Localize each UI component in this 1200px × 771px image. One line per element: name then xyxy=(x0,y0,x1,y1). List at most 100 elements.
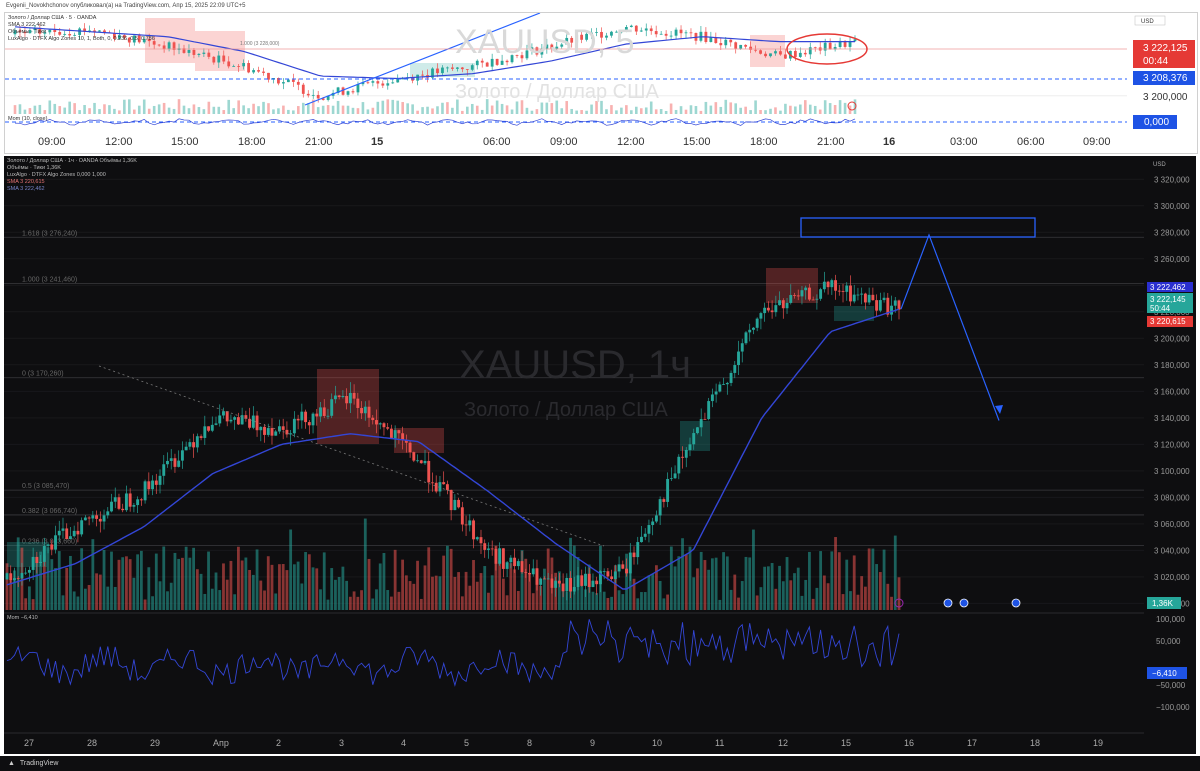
bottom-candle xyxy=(192,442,196,448)
bottom-volume-bar xyxy=(621,594,625,610)
top-volume-bar xyxy=(724,99,728,114)
bottom-volume-bar xyxy=(446,545,449,610)
top-volume-bar xyxy=(23,109,27,114)
bottom-candle xyxy=(699,419,703,428)
bottom-x-tick-label: 8 xyxy=(527,738,532,748)
mom-y-tick-label: −50,000 xyxy=(1156,681,1186,690)
bottom-candle xyxy=(5,573,9,580)
top-legend-3: LuxAlgo · DTFX Algo Zones 10, 1, Both, 0… xyxy=(8,36,155,42)
top-candle xyxy=(485,62,489,67)
bottom-volume-bar xyxy=(516,591,520,610)
bottom-volume-bar xyxy=(793,573,796,610)
top-volume-bar xyxy=(48,100,52,114)
top-candle xyxy=(769,53,772,57)
top-candle xyxy=(301,84,305,94)
bottom-volume-bar xyxy=(65,567,69,610)
bottom-candle xyxy=(550,578,554,588)
top-volume-bar xyxy=(162,102,166,114)
bottom-candle xyxy=(95,515,99,519)
bottom-volume-bar xyxy=(162,546,166,610)
bottom-volume-bar xyxy=(154,553,158,610)
top-volume-bar xyxy=(505,105,509,114)
bottom-volume-bar xyxy=(169,582,173,610)
bottom-candle xyxy=(770,310,774,313)
bottom-volume-bar xyxy=(617,590,621,610)
bottom-candle xyxy=(203,426,207,438)
volume-value: 1,36K xyxy=(1152,599,1174,608)
top-volume-bar xyxy=(431,108,434,114)
bottom-candle xyxy=(270,428,274,436)
bottom-candle xyxy=(57,530,61,536)
top-volume-bar xyxy=(530,110,534,114)
top-volume-bar xyxy=(769,108,772,114)
bottom-candle xyxy=(520,561,524,573)
bottom-candle xyxy=(263,426,266,435)
event-flag-icon[interactable] xyxy=(943,598,953,608)
top-x-tick-label: 06:00 xyxy=(1017,136,1045,148)
bottom-volume-bar xyxy=(849,591,852,610)
bottom-candle xyxy=(222,411,225,416)
top-volume-bar xyxy=(108,105,111,114)
bottom-candle xyxy=(113,497,117,502)
top-candle xyxy=(247,63,251,73)
bottom-candle xyxy=(386,427,390,429)
top-volume-bar xyxy=(391,99,395,114)
bottom-volume-bar xyxy=(360,590,363,610)
top-volume-bar xyxy=(381,100,385,114)
top-volume-bar xyxy=(704,101,708,114)
bottom-candle xyxy=(610,576,614,580)
bottom-x-tick-label: 11 xyxy=(715,738,724,748)
bottom-volume-bar xyxy=(139,550,143,610)
bottom-candle xyxy=(498,548,502,564)
top-volume-bar xyxy=(341,105,345,114)
bottom-candle xyxy=(707,401,711,420)
top-chart-svg[interactable]: XAUUSD, 5 Золото / Доллар США 1.000 (3 2… xyxy=(5,12,1197,153)
bottom-x-tick-label: 18 xyxy=(1030,738,1040,748)
bottom-candle xyxy=(236,417,240,425)
bottom-legend-1: Объёмы · Тики 1,36K xyxy=(7,165,61,171)
bottom-volume-bar xyxy=(815,587,819,610)
bottom-candle xyxy=(472,520,475,540)
top-candle xyxy=(222,55,226,62)
bottom-volume-bar xyxy=(524,558,528,610)
bottom-candle xyxy=(863,293,867,303)
top-candle xyxy=(381,83,385,86)
event-flag-icon[interactable] xyxy=(1011,598,1021,608)
top-level-value: 3 208,376 xyxy=(1143,73,1188,84)
bottom-y-tick-label: 3 260,000 xyxy=(1154,255,1190,264)
event-flag-icon[interactable] xyxy=(959,598,969,608)
bottom-volume-bar xyxy=(266,556,270,610)
bottom-volume-bar xyxy=(606,598,610,610)
bottom-chart-svg[interactable]: 1.618 (3 276,240) 1.000 (3 241,460) 0 (3 1… xyxy=(4,156,1196,754)
bottom-volume-bar xyxy=(98,574,102,610)
top-candle xyxy=(759,50,762,54)
top-volume-bar xyxy=(147,108,151,114)
bottom-candle xyxy=(643,533,647,537)
top-volume-bar xyxy=(103,104,106,114)
bottom-candle xyxy=(121,508,125,511)
bottom-volume-bar xyxy=(487,592,490,610)
bottom-x-tick-label: Апр xyxy=(213,738,229,748)
bottom-candle xyxy=(136,499,140,506)
top-candle xyxy=(242,63,246,67)
bottom-volume-bar xyxy=(110,551,113,610)
bottom-candle xyxy=(110,501,113,512)
footer-brand[interactable]: TradingView xyxy=(20,760,59,767)
top-x-tick-label: 09:00 xyxy=(1083,136,1111,148)
top-chart-panel[interactable]: XAUUSD, 5 Золото / Доллар США 1.000 (3 2… xyxy=(4,12,1198,154)
top-volume-bar xyxy=(187,108,191,114)
top-volume-bar xyxy=(605,109,608,114)
top-volume-bar xyxy=(301,102,305,114)
tradingview-logo-icon: ▲ xyxy=(8,760,15,767)
bottom-candle xyxy=(177,460,181,467)
bottom-volume-bar xyxy=(475,581,479,610)
bottom-chart-panel[interactable]: 1.618 (3 276,240) 1.000 (3 241,460) 0 (3 1… xyxy=(4,156,1196,754)
top-candle xyxy=(779,51,782,55)
top-candle xyxy=(262,71,265,73)
bottom-candle xyxy=(890,305,893,315)
bottom-candle xyxy=(98,518,102,522)
bottom-volume-bar xyxy=(875,564,879,610)
top-volume-bar xyxy=(679,106,683,114)
bottom-legend: Золото / Доллар США · 1ч · OANDA Объёмы … xyxy=(7,158,137,193)
bottom-candle xyxy=(225,411,229,422)
